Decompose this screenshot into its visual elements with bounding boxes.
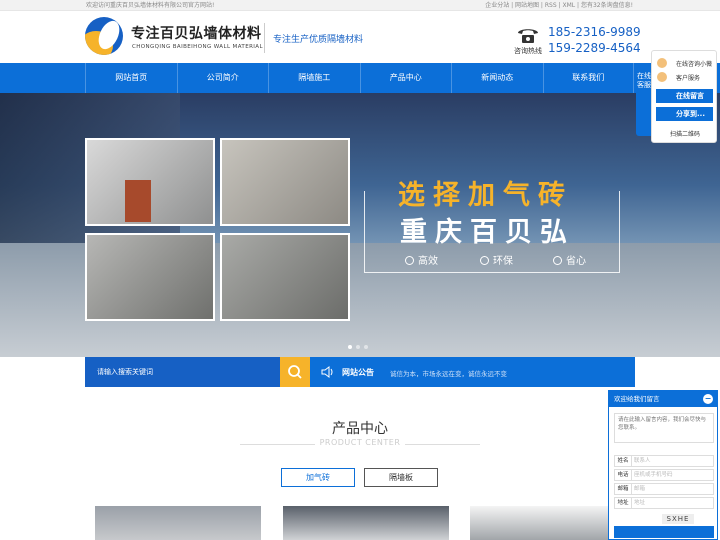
hero-banner[interactable]: 选择加气砖 重庆百贝弘 高效 环保 省心 [0, 93, 720, 357]
email-input[interactable] [634, 484, 712, 494]
phone-field: 电话 [614, 469, 714, 481]
leave-message-button[interactable]: 在线留言 [656, 89, 713, 103]
nav-item-news[interactable]: 新闻动态 [451, 63, 543, 93]
site-header: 专注百贝弘墙体材料 CHONGQING BAIBEIHONG WALL MATE… [0, 11, 720, 63]
slider-dot[interactable] [348, 345, 352, 349]
name-input[interactable] [634, 456, 712, 466]
product-image[interactable] [95, 506, 261, 540]
send-button[interactable] [614, 526, 714, 538]
captcha-image[interactable]: SXHE [662, 514, 694, 524]
search-icon [288, 365, 302, 379]
message-box: 欢迎给我们留言 − 姓名 电话 邮箱 地址 SXHE [608, 390, 718, 540]
banner-subtitle: 重庆百贝弘 [400, 217, 575, 248]
nav-item-products[interactable]: 产品中心 [359, 63, 452, 93]
nav-item-construction[interactable]: 隔墙施工 [268, 63, 360, 93]
slider-dot[interactable] [356, 345, 360, 349]
telephone-icon [518, 29, 538, 43]
logo-icon[interactable] [85, 17, 123, 55]
notice-label: 网站公告 [342, 368, 374, 377]
top-bar: 欢迎访问重庆百贝弘墙体材料有限公司官方网站! 企业分站 | 网站地图 | RSS… [0, 0, 720, 11]
customer-service-link[interactable]: 客户服务 [676, 73, 700, 82]
notice-text[interactable]: 诚信为本，市场永远在变，诚信永远不变 [390, 368, 507, 378]
minimize-icon[interactable]: − [703, 394, 713, 404]
welcome-text: 欢迎访问重庆百贝弘墙体材料有限公司官方网站! [86, 2, 215, 9]
online-consult-link[interactable]: 在线咨询小薇 [676, 59, 712, 68]
slider-dots [348, 345, 368, 349]
avatar [657, 58, 667, 68]
tab-partition-board[interactable]: 隔墙板 [364, 468, 438, 487]
slider-dot[interactable] [364, 345, 368, 349]
message-content-input[interactable] [614, 413, 714, 443]
tab-aerated-brick[interactable]: 加气砖 [281, 468, 355, 487]
email-field: 邮箱 [614, 483, 714, 495]
top-links[interactable]: 企业分站 | 网站地图 | RSS | XML | 您有32条询盘信息! [485, 0, 633, 11]
hotline-phone-1: 185-2316-9989 [548, 25, 641, 39]
qrcode-link[interactable]: 扫描二维码 [670, 129, 700, 138]
nav-item-home[interactable]: 网站首页 [85, 63, 177, 93]
logo-title[interactable]: 专注百贝弘墙体材料 [131, 23, 262, 43]
banner-photo [85, 233, 215, 321]
banner-feature: 高效 [405, 252, 438, 267]
header-slogan: 专注生产优质隔墙材料 [273, 35, 364, 45]
hotline-label: 咨询热线 [514, 47, 542, 55]
banner-feature: 省心 [553, 252, 586, 267]
speaker-icon [321, 366, 333, 378]
online-service-tab[interactable]: 在线客服 [636, 66, 652, 136]
banner-photo [220, 138, 350, 226]
hotline-phone-2: 159-2289-4564 [548, 41, 641, 55]
product-image[interactable] [283, 506, 449, 540]
banner-title: 选择加气砖 [398, 180, 573, 211]
nav-item-about[interactable]: 公司简介 [176, 63, 269, 93]
phone-input[interactable] [634, 470, 712, 480]
address-field: 地址 [614, 497, 714, 509]
nav-item-contact[interactable]: 联系我们 [542, 63, 634, 93]
search-bar: 网站公告 诚信为本，市场永远在变，诚信永远不变 [85, 357, 635, 387]
banner-feature: 环保 [480, 252, 513, 267]
online-service-panel: 在线咨询小薇 客户服务 在线留言 分享到... 扫描二维码 [651, 50, 717, 143]
logo-subtitle: CHONGQING BAIBEIHONG WALL MATERIAL [132, 44, 263, 50]
main-nav: 网站首页 公司简介 隔墙施工 产品中心 新闻动态 联系我们 [0, 63, 720, 93]
banner-photo [220, 233, 350, 321]
name-field: 姓名 [614, 455, 714, 467]
banner-photo [85, 138, 215, 226]
search-button[interactable] [280, 357, 310, 387]
address-input[interactable] [634, 498, 712, 508]
message-box-title: 欢迎给我们留言 [609, 391, 717, 407]
share-button[interactable]: 分享到... [656, 107, 713, 121]
header-divider [264, 23, 265, 53]
search-input[interactable] [85, 357, 280, 387]
avatar [657, 72, 667, 82]
